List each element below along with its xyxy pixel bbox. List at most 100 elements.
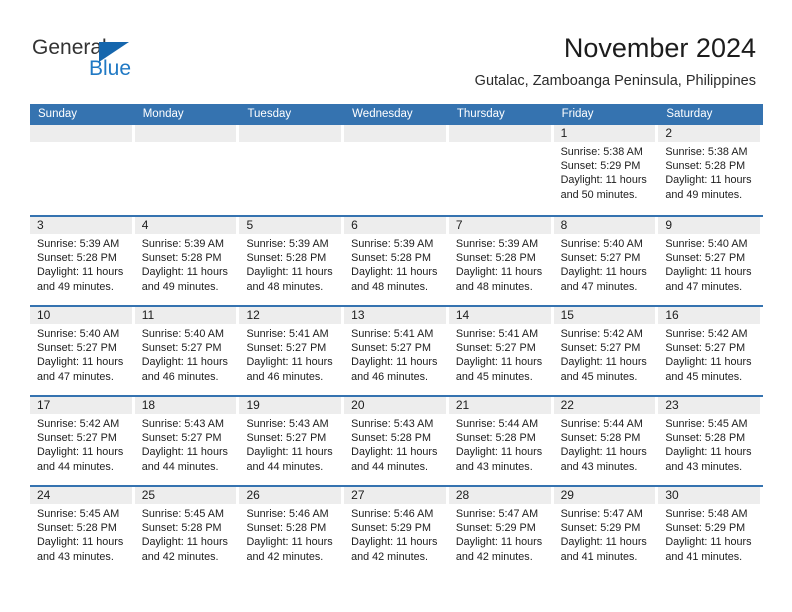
weekday-header-monday: Monday: [142, 108, 184, 120]
calendar-day-cell[interactable]: 28 Sunrise: 5:47 AM Sunset: 5:29 PM Dayligh…: [448, 487, 554, 575]
calendar-week-row: 17 Sunrise: 5:42 AM Sunset: 5:27 PM Dayligh…: [30, 395, 763, 485]
daylight-text: Daylight: 11 hours and 50 minutes.: [560, 174, 647, 201]
calendar-week-row: 24 Sunrise: 5:45 AM Sunset: 5:28 PM Dayligh…: [30, 485, 763, 575]
page-title: November 2024: [563, 33, 756, 63]
daylight-text: Daylight: 11 hours and 48 minutes.: [351, 266, 438, 293]
sunset-text: Sunset: 5:27 PM: [37, 432, 117, 445]
day-number: 22: [553, 397, 656, 414]
sunset-text: Sunset: 5:29 PM: [455, 522, 536, 535]
sunrise-text: Sunrise: 5:44 AM: [455, 418, 539, 430]
day-number: 25: [134, 487, 237, 504]
daylight-text: Daylight: 11 hours and 45 minutes.: [455, 356, 543, 383]
calendar-day-cell[interactable]: 8 Sunrise: 5:40 AM Sunset: 5:27 PM Daylight…: [553, 217, 659, 305]
calendar-day-cell-empty: [134, 125, 240, 215]
day-info: Sunrise: 5:42 AM Sunset: 5:27 PM Daylight:…: [30, 414, 132, 474]
sunset-text: Sunset: 5:27 PM: [560, 342, 641, 355]
sunrise-text: Sunrise: 5:41 AM: [455, 328, 539, 340]
sunrise-text: Sunrise: 5:45 AM: [37, 508, 120, 520]
sunset-text: Sunset: 5:27 PM: [141, 342, 222, 355]
calendar-day-cell[interactable]: 14 Sunrise: 5:41 AM Sunset: 5:27 PM Dayligh…: [448, 307, 554, 395]
calendar-day-cell[interactable]: 6 Sunrise: 5:39 AM Sunset: 5:28 PM Daylight…: [344, 217, 449, 305]
sunrise-text: Sunrise: 5:41 AM: [351, 328, 434, 340]
calendar-day-cell[interactable]: 12 Sunrise: 5:41 AM Sunset: 5:27 PM Dayligh…: [239, 307, 344, 395]
day-number: [344, 125, 446, 142]
calendar-day-cell-empty: [344, 125, 449, 215]
day-number: 5: [239, 217, 342, 234]
sunrise-text: Sunrise: 5:39 AM: [246, 238, 329, 250]
sunset-text: Sunset: 5:27 PM: [665, 252, 746, 265]
sunset-text: Sunset: 5:29 PM: [351, 522, 431, 535]
calendar-day-cell[interactable]: 5 Sunrise: 5:39 AM Sunset: 5:28 PM Daylight…: [239, 217, 344, 305]
calendar-day-cell[interactable]: 1 Sunrise: 5:38 AM Sunset: 5:29 PM Daylight…: [553, 125, 659, 215]
calendar-day-cell[interactable]: 15 Sunrise: 5:42 AM Sunset: 5:27 PM Dayligh…: [553, 307, 659, 395]
calendar-day-cell[interactable]: 19 Sunrise: 5:43 AM Sunset: 5:27 PM Dayligh…: [239, 397, 344, 485]
calendar-day-cell[interactable]: 3 Sunrise: 5:39 AM Sunset: 5:28 PM Daylight…: [30, 217, 135, 305]
sunset-text: Sunset: 5:28 PM: [141, 522, 222, 535]
calendar-day-cell[interactable]: 11 Sunrise: 5:40 AM Sunset: 5:27 PM Dayligh…: [134, 307, 240, 395]
sunset-text: Sunset: 5:28 PM: [665, 432, 746, 445]
sunset-text: Sunset: 5:27 PM: [246, 342, 327, 355]
calendar-day-cell[interactable]: 30 Sunrise: 5:48 AM Sunset: 5:29 PM Dayligh…: [658, 487, 763, 575]
daylight-text: Daylight: 11 hours and 49 minutes.: [665, 174, 752, 201]
daylight-text: Daylight: 11 hours and 46 minutes.: [246, 356, 333, 383]
daylight-text: Daylight: 11 hours and 48 minutes.: [455, 266, 543, 293]
general-blue-logo[interactable]: General Blue: [32, 36, 232, 86]
day-number: 12: [239, 307, 342, 324]
day-number: 19: [239, 397, 342, 414]
calendar-day-cell[interactable]: 17 Sunrise: 5:42 AM Sunset: 5:27 PM Dayligh…: [30, 397, 135, 485]
day-info: Sunrise: 5:43 AM Sunset: 5:27 PM Daylight:…: [239, 414, 341, 474]
calendar-day-cell[interactable]: 20 Sunrise: 5:43 AM Sunset: 5:28 PM Dayligh…: [344, 397, 449, 485]
sunset-text: Sunset: 5:27 PM: [665, 342, 746, 355]
daylight-text: Daylight: 11 hours and 43 minutes.: [37, 536, 124, 563]
sunrise-text: Sunrise: 5:40 AM: [560, 238, 643, 250]
weekday-header-sunday: Sunday: [38, 108, 78, 120]
calendar-day-cell[interactable]: 23 Sunrise: 5:45 AM Sunset: 5:28 PM Dayligh…: [658, 397, 763, 485]
sunrise-text: Sunrise: 5:39 AM: [455, 238, 539, 250]
calendar-day-cell[interactable]: 7 Sunrise: 5:39 AM Sunset: 5:28 PM Daylight…: [448, 217, 554, 305]
day-number: 27: [344, 487, 446, 504]
sunset-text: Sunset: 5:27 PM: [141, 432, 222, 445]
calendar-day-cell[interactable]: 4 Sunrise: 5:39 AM Sunset: 5:28 PM Daylight…: [134, 217, 240, 305]
calendar-day-cell[interactable]: 22 Sunrise: 5:44 AM Sunset: 5:28 PM Dayligh…: [553, 397, 659, 485]
sunrise-text: Sunrise: 5:39 AM: [37, 238, 120, 250]
calendar-day-cell[interactable]: 21 Sunrise: 5:44 AM Sunset: 5:28 PM Dayligh…: [448, 397, 554, 485]
daylight-text: Daylight: 11 hours and 42 minutes.: [246, 536, 333, 563]
day-info: Sunrise: 5:41 AM Sunset: 5:27 PM Daylight:…: [344, 324, 446, 384]
calendar-day-cell[interactable]: 29 Sunrise: 5:47 AM Sunset: 5:29 PM Dayligh…: [553, 487, 659, 575]
weekday-header-thursday: Thursday: [456, 108, 505, 120]
daylight-text: Daylight: 11 hours and 46 minutes.: [141, 356, 228, 383]
calendar-week-row: 3 Sunrise: 5:39 AM Sunset: 5:28 PM Daylight…: [30, 215, 763, 305]
calendar-week-row: 10 Sunrise: 5:40 AM Sunset: 5:27 PM Dayligh…: [30, 305, 763, 395]
daylight-text: Daylight: 11 hours and 47 minutes.: [560, 266, 647, 293]
calendar-day-cell[interactable]: 16 Sunrise: 5:42 AM Sunset: 5:27 PM Dayligh…: [658, 307, 763, 395]
calendar-day-cell[interactable]: 10 Sunrise: 5:40 AM Sunset: 5:27 PM Dayligh…: [30, 307, 135, 395]
calendar-day-cell[interactable]: 27 Sunrise: 5:46 AM Sunset: 5:29 PM Dayligh…: [344, 487, 449, 575]
logo-text-blue: Blue: [89, 57, 132, 80]
day-info: Sunrise: 5:38 AM Sunset: 5:28 PM Daylight:…: [658, 142, 760, 202]
sunrise-text: Sunrise: 5:45 AM: [665, 418, 748, 430]
day-info: Sunrise: 5:39 AM Sunset: 5:28 PM Daylight:…: [135, 234, 237, 294]
day-number: 7: [448, 217, 551, 234]
calendar-day-cell[interactable]: 2 Sunrise: 5:38 AM Sunset: 5:28 PM Daylight…: [658, 125, 763, 215]
day-info: Sunrise: 5:39 AM Sunset: 5:28 PM Daylight:…: [239, 234, 341, 294]
day-number: 23: [658, 397, 761, 414]
sunset-text: Sunset: 5:27 PM: [351, 342, 431, 355]
calendar-day-cell[interactable]: 9 Sunrise: 5:40 AM Sunset: 5:27 PM Daylight…: [658, 217, 763, 305]
calendar-day-cell[interactable]: 18 Sunrise: 5:43 AM Sunset: 5:27 PM Dayligh…: [134, 397, 240, 485]
sunset-text: Sunset: 5:29 PM: [560, 160, 641, 173]
sunrise-text: Sunrise: 5:40 AM: [665, 238, 748, 250]
day-number: 11: [134, 307, 237, 324]
title-block: November 2024 Gutalac, Zamboanga Peninsu…: [475, 32, 756, 91]
calendar-day-cell[interactable]: 25 Sunrise: 5:45 AM Sunset: 5:28 PM Dayligh…: [134, 487, 240, 575]
day-number: 9: [658, 217, 761, 234]
sunset-text: Sunset: 5:28 PM: [665, 160, 746, 173]
daylight-text: Daylight: 11 hours and 43 minutes.: [455, 446, 543, 473]
calendar-day-cell[interactable]: 24 Sunrise: 5:45 AM Sunset: 5:28 PM Dayligh…: [30, 487, 135, 575]
day-info: Sunrise: 5:44 AM Sunset: 5:28 PM Daylight:…: [449, 414, 551, 474]
day-number: 28: [448, 487, 551, 504]
calendar-day-cell[interactable]: 26 Sunrise: 5:46 AM Sunset: 5:28 PM Dayligh…: [239, 487, 344, 575]
day-info: Sunrise: 5:48 AM Sunset: 5:29 PM Daylight:…: [658, 504, 760, 564]
sunrise-text: Sunrise: 5:47 AM: [560, 508, 643, 520]
calendar-day-cell[interactable]: 13 Sunrise: 5:41 AM Sunset: 5:27 PM Dayligh…: [344, 307, 449, 395]
daylight-text: Daylight: 11 hours and 49 minutes.: [37, 266, 124, 293]
